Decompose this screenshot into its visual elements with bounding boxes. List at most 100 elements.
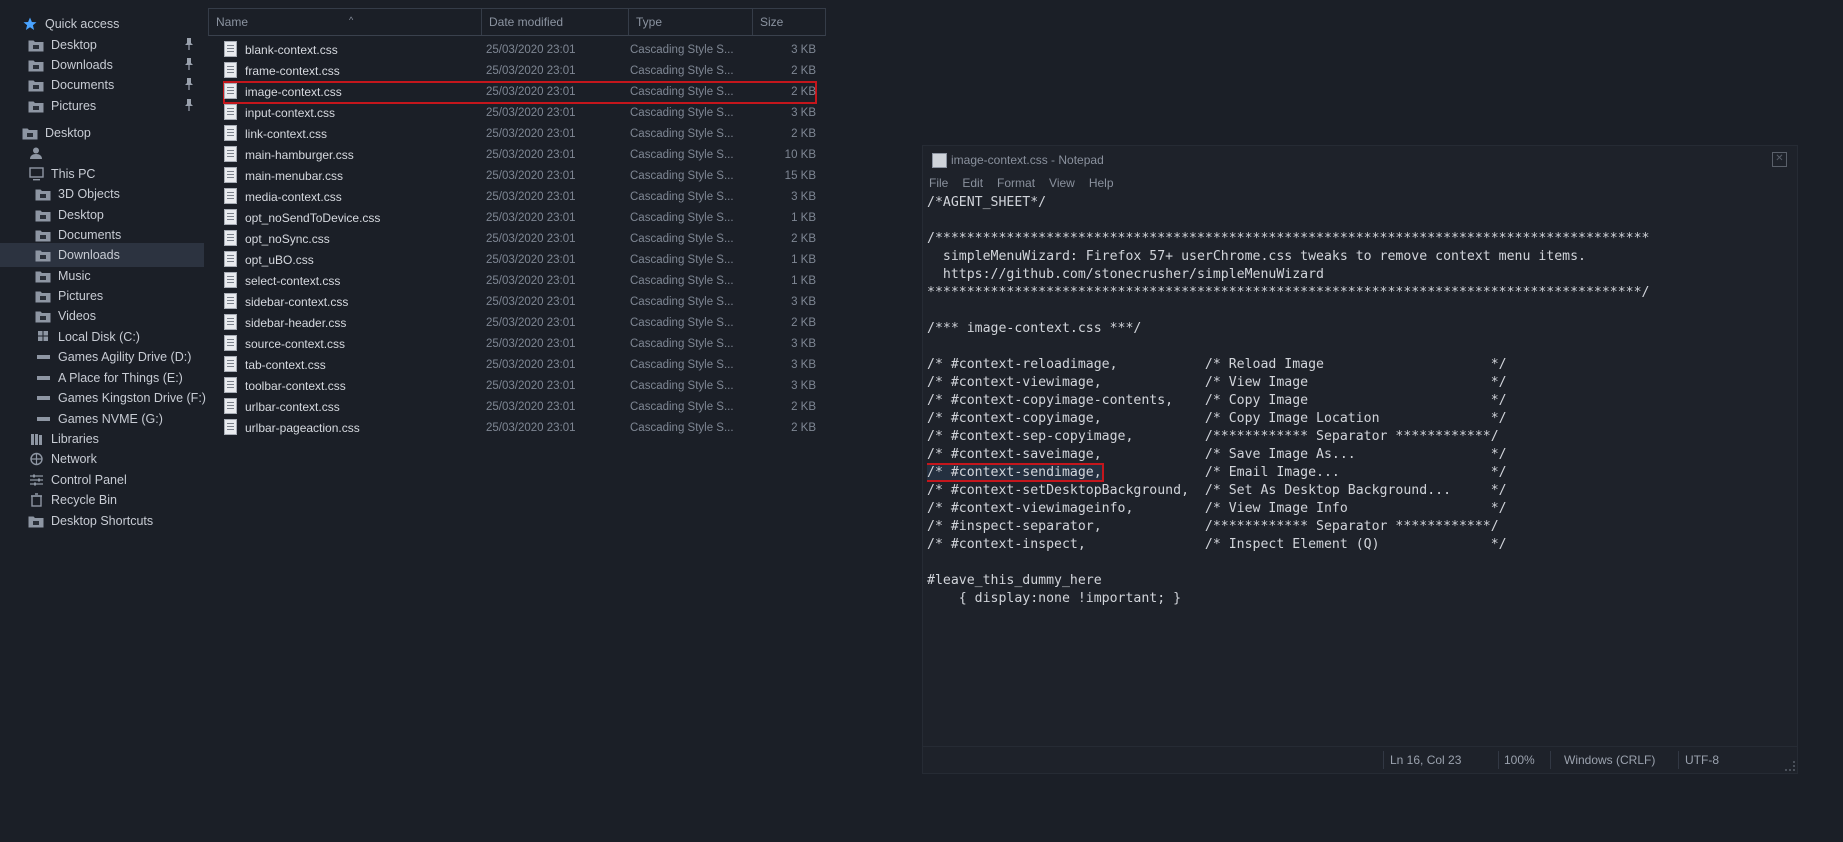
sidebar-item-label: A Place for Things (E:) bbox=[58, 371, 183, 385]
file-date: 25/03/2020 23:01 bbox=[486, 65, 576, 77]
file-size: 1 KB bbox=[791, 275, 816, 287]
file-row[interactable]: tab-context.css 25/03/2020 23:01 Cascading… bbox=[224, 355, 816, 376]
column-header-size[interactable]: Size bbox=[753, 9, 825, 35]
text-line: /* #context-viewimage, /* View Image */ bbox=[927, 375, 1507, 390]
sidebar-item-label: 3D Objects bbox=[58, 187, 120, 201]
status-divider bbox=[1678, 751, 1679, 769]
sidebar-item-label: Downloads bbox=[58, 248, 120, 262]
text-line: /* #context-sendimage, /* Email Image...… bbox=[927, 463, 1507, 482]
file-type: Cascading Style S... bbox=[630, 275, 734, 287]
file-row[interactable]: main-hamburger.css 25/03/2020 23:01 Cascad… bbox=[224, 145, 816, 166]
file-name: main-hamburger.css bbox=[224, 145, 464, 166]
sidebar-item-label: Libraries bbox=[51, 432, 99, 446]
user-icon bbox=[28, 145, 44, 161]
css-file-icon bbox=[224, 41, 237, 57]
status-divider bbox=[1550, 751, 1551, 769]
text-line: #leave_this_dummy_here bbox=[927, 573, 1102, 588]
file-row[interactable]: sidebar-header.css 25/03/2020 23:01 Cascad… bbox=[224, 313, 816, 334]
menu-help[interactable]: Help bbox=[1089, 176, 1114, 190]
text-line: /* #context-copyimage-contents, /* Copy … bbox=[927, 393, 1507, 408]
notepad-title-bar[interactable]: image-context.css - Notepad ✕ bbox=[923, 146, 1797, 174]
drive-icon bbox=[35, 411, 51, 427]
resize-grip-icon[interactable] bbox=[1785, 761, 1795, 771]
file-date: 25/03/2020 23:01 bbox=[486, 86, 576, 98]
file-size: 10 KB bbox=[784, 149, 816, 161]
file-size: 3 KB bbox=[791, 338, 816, 350]
notepad-text: /*AGENT_SHEET*/ /***********************… bbox=[927, 194, 1787, 608]
pin-icon bbox=[184, 58, 196, 72]
file-row[interactable]: opt_noSync.css 25/03/2020 23:01 Cascading … bbox=[224, 229, 816, 250]
status-divider bbox=[1383, 751, 1384, 769]
sidebar-item-label: Music bbox=[58, 269, 91, 283]
menu-format[interactable]: Format bbox=[997, 176, 1035, 190]
css-file-icon bbox=[224, 188, 237, 204]
file-row[interactable]: urlbar-pageaction.css 25/03/2020 23:01 Cas… bbox=[224, 418, 816, 439]
libraries-icon bbox=[28, 431, 44, 447]
pictures-folder-icon bbox=[35, 288, 51, 304]
menu-file[interactable]: File bbox=[929, 176, 948, 190]
sidebar-item-label: Local Disk (C:) bbox=[58, 330, 140, 344]
computer-icon bbox=[28, 166, 44, 182]
css-file-icon bbox=[224, 398, 237, 414]
file-row[interactable]: select-context.css 25/03/2020 23:01 Cascad… bbox=[224, 271, 816, 292]
css-file-icon bbox=[224, 377, 237, 393]
file-row[interactable]: main-menubar.css 25/03/2020 23:01 Cascadin… bbox=[224, 166, 816, 187]
file-row[interactable]: media-context.css 25/03/2020 23:01 Cascadi… bbox=[224, 187, 816, 208]
file-date: 25/03/2020 23:01 bbox=[486, 359, 576, 371]
sidebar-item-label: Pictures bbox=[51, 99, 97, 113]
column-header-name[interactable]: Name ^ bbox=[209, 9, 482, 35]
text-line bbox=[927, 554, 1787, 572]
file-date: 25/03/2020 23:01 bbox=[486, 380, 576, 392]
file-row[interactable]: opt_uBO.css 25/03/2020 23:01 Cascading Sty… bbox=[224, 250, 816, 271]
videos-folder-icon bbox=[35, 308, 51, 324]
folder-icon bbox=[28, 513, 44, 529]
file-row[interactable]: source-context.css 25/03/2020 23:01 Cascad… bbox=[224, 334, 816, 355]
file-row[interactable]: frame-context.css 25/03/2020 23:01 Cascadi… bbox=[224, 61, 816, 82]
file-row[interactable]: link-context.css 25/03/2020 23:01 Cascadin… bbox=[224, 124, 816, 145]
menu-view[interactable]: View bbox=[1049, 176, 1075, 190]
css-file-icon bbox=[224, 230, 237, 246]
file-type: Cascading Style S... bbox=[630, 212, 734, 224]
pictures-folder-icon bbox=[28, 98, 44, 114]
close-icon[interactable]: ✕ bbox=[1772, 152, 1787, 167]
file-name: opt_noSync.css bbox=[224, 229, 464, 250]
file-size: 2 KB bbox=[791, 65, 816, 77]
file-name: sidebar-context.css bbox=[224, 292, 464, 313]
sidebar-item-desktop-shortcuts[interactable]: Desktop Shortcuts bbox=[0, 509, 204, 533]
file-type: Cascading Style S... bbox=[630, 233, 734, 245]
sidebar-item-pictures[interactable]: Pictures bbox=[0, 94, 204, 118]
css-file-icon bbox=[224, 104, 237, 120]
notepad-menu-bar: File Edit Format View Help bbox=[929, 176, 1128, 190]
file-type: Cascading Style S... bbox=[630, 359, 734, 371]
css-file-icon bbox=[224, 167, 237, 183]
sidebar-item-label: Recycle Bin bbox=[51, 493, 117, 507]
file-date: 25/03/2020 23:01 bbox=[486, 107, 576, 119]
file-type: Cascading Style S... bbox=[630, 401, 734, 413]
star-icon bbox=[22, 16, 38, 32]
file-row[interactable]: urlbar-context.css 25/03/2020 23:01 Cascad… bbox=[224, 397, 816, 418]
file-size: 3 KB bbox=[791, 380, 816, 392]
menu-edit[interactable]: Edit bbox=[962, 176, 983, 190]
column-header-date[interactable]: Date modified bbox=[482, 9, 629, 35]
file-type: Cascading Style S... bbox=[630, 170, 734, 182]
notepad-text-area[interactable]: /*AGENT_SHEET*/ /***********************… bbox=[927, 194, 1787, 714]
file-size: 15 KB bbox=[784, 170, 816, 182]
file-row[interactable]: input-context.css 25/03/2020 23:01 Cascadi… bbox=[224, 103, 816, 124]
file-row[interactable]: sidebar-context.css 25/03/2020 23:01 Casca… bbox=[224, 292, 816, 313]
file-name: media-context.css bbox=[224, 187, 464, 208]
column-header-type[interactable]: Type bbox=[629, 9, 753, 35]
file-row[interactable]: toolbar-context.css 25/03/2020 23:01 Casca… bbox=[224, 376, 816, 397]
file-row[interactable]: opt_noSendToDevice.css 25/03/2020 23:01 Ca… bbox=[224, 208, 816, 229]
file-row[interactable]: image-context.css 25/03/2020 23:01 Cascadi… bbox=[223, 81, 817, 104]
text-line bbox=[927, 212, 1787, 230]
file-size: 2 KB bbox=[791, 317, 816, 329]
file-date: 25/03/2020 23:01 bbox=[486, 317, 576, 329]
file-date: 25/03/2020 23:01 bbox=[486, 128, 576, 140]
file-row[interactable]: blank-context.css 25/03/2020 23:01 Cascadi… bbox=[224, 40, 816, 61]
3d-objects-folder-icon bbox=[35, 186, 51, 202]
drive-icon bbox=[35, 370, 51, 386]
network-icon bbox=[28, 451, 44, 467]
file-name: sidebar-header.css bbox=[224, 313, 464, 334]
pin-icon bbox=[184, 38, 196, 52]
file-name: frame-context.css bbox=[224, 61, 464, 82]
